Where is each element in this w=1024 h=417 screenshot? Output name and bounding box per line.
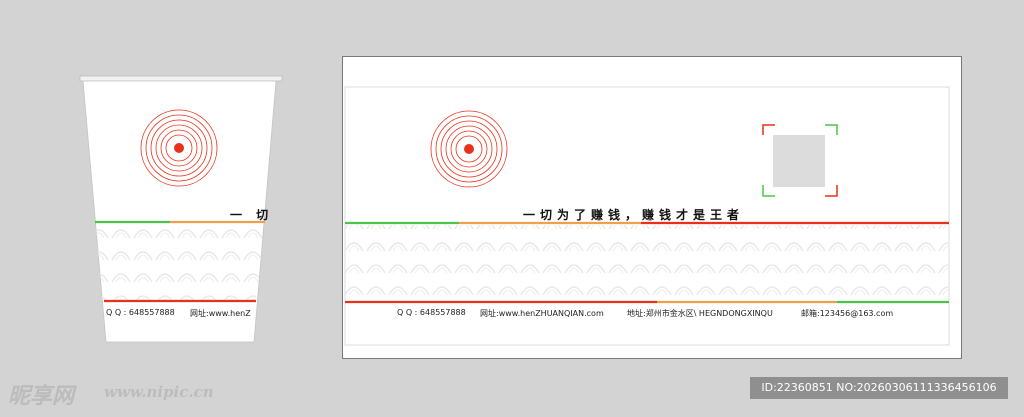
cup-slogan: 一 切 <box>230 208 274 222</box>
flat-sheet: 一切为了赚钱，赚钱才是王者 Q Q : 648557888 网址:www.hen… <box>342 56 962 359</box>
sheet-website: 网址:www.henZHUANQIAN.com <box>480 309 604 318</box>
cup-drawing <box>79 75 283 343</box>
brand-watermark: 昵享网 <box>8 384 75 409</box>
sheet-qq: Q Q : 648557888 <box>397 308 466 317</box>
cup-rim <box>79 75 283 82</box>
site-watermark: www.nipic.cn <box>104 383 214 401</box>
image-id-bar: ID:22360851 NO:20260306111336456106 <box>750 377 1008 399</box>
sheet-slogan: 一切为了赚钱，赚钱才是王者 <box>523 208 745 222</box>
cup-qq: Q Q : 648557888 <box>106 308 175 317</box>
sheet-target-logo <box>430 110 508 188</box>
cup-pattern-band <box>95 224 265 301</box>
sheet-email: 邮箱:123456@163.com <box>801 309 894 318</box>
sheet-pattern-band <box>345 225 949 301</box>
sheet-address: 地址:郑州市金水区\ HEGNDONGXINQU <box>627 309 773 318</box>
cup-website: 网址:www.henZ <box>190 309 251 318</box>
qr-code-placeholder <box>762 124 838 197</box>
